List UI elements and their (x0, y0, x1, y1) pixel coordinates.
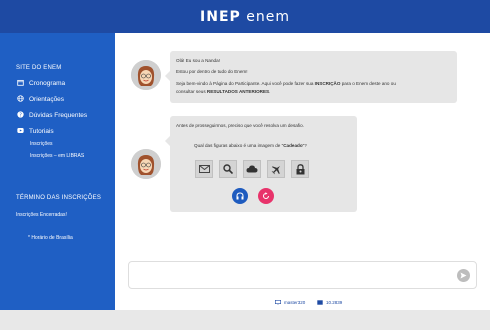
globe-icon (16, 95, 25, 104)
captcha-question: Qual das figuras abaixo é uma imagem de … (194, 143, 307, 148)
avatar (131, 149, 161, 179)
bottom-strip (0, 310, 490, 330)
question-icon: ? (16, 111, 25, 120)
message-fragment: Qual das figuras abaixo é uma imagem de … (194, 143, 284, 148)
airplane-icon (271, 165, 280, 174)
version-number: 10.2839 (326, 300, 343, 305)
server-name: master320 (284, 300, 306, 305)
chat-message-welcome: Olá! Eu sou a Nanda! Estou por dentro de… (165, 51, 457, 103)
sidebar-item-label: Tutoriais (29, 128, 54, 135)
code-icon (317, 300, 323, 305)
message-fragment: consultar seus (176, 89, 207, 94)
captcha-target-word: Cadeado (283, 143, 303, 148)
message-fragment: para o Enem deste ano ou (340, 81, 396, 86)
send-icon (460, 272, 467, 279)
version-info: 10.2839 (317, 300, 342, 305)
top-header: INEP enem (0, 0, 490, 33)
message-text: Olá! Eu sou a Nanda! (176, 58, 220, 63)
inscriptions-status: Inscrições Encerradas! (16, 212, 67, 218)
play-icon (16, 127, 25, 136)
monitor-icon (275, 300, 281, 305)
message-fragment: . (269, 89, 271, 94)
chat-input-box (128, 261, 477, 289)
sidebar-subitem-libras[interactable]: Inscrições – em LIBRAS (30, 153, 84, 159)
sidebar-end-title: TÉRMINO DAS INSCRIÇÕES (16, 195, 102, 201)
audio-captcha-button[interactable] (232, 188, 248, 204)
message-text: Seja bem-vindo à Página do Participante.… (176, 81, 396, 86)
logo-enem-text: enem (246, 8, 290, 25)
chat-input[interactable] (135, 268, 455, 282)
avatar (131, 60, 161, 90)
refresh-icon (263, 192, 269, 199)
sidebar: SITE DO ENEM Cronograma Orientações ? Dú… (0, 33, 115, 310)
calendar-icon (16, 79, 25, 88)
sidebar-item-duvidas[interactable]: ? Dúvidas Frequentes (16, 111, 87, 120)
headphones-icon (236, 192, 244, 200)
message-text: consultar seus RESULTADOS ANTERIORES. (176, 89, 270, 94)
chat-area: Olá! Eu sou a Nanda! Estou por dentro de… (115, 33, 490, 310)
message-text: Antes de prosseguirmos, preciso que você… (176, 123, 304, 128)
search-icon (223, 164, 233, 174)
captcha-choice-envelope[interactable] (195, 160, 213, 178)
chat-message-captcha: Antes de prosseguirmos, preciso que você… (165, 116, 357, 212)
padlock-icon (296, 163, 304, 174)
sidebar-item-orientacoes[interactable]: Orientações (16, 95, 64, 104)
resultados-highlight: RESULTADOS ANTERIORES (206, 89, 270, 94)
refresh-captcha-button[interactable] (258, 188, 274, 204)
inep-enem-logo: INEP enem (200, 9, 290, 25)
message-text: Estou por dentro de tudo do Enem! (176, 69, 248, 74)
server-info: master320 (275, 300, 305, 305)
timezone-note: * Horário de Brasília (28, 235, 73, 241)
captcha-choice-cloud[interactable] (243, 160, 261, 178)
captcha-choice-padlock[interactable] (291, 160, 309, 178)
captcha-choice-airplane[interactable] (267, 160, 285, 178)
logo-inep-text: INEP (200, 8, 241, 25)
cloud-icon (246, 165, 258, 173)
inscricao-highlight: INSCRIÇÃO (314, 81, 341, 86)
send-button[interactable] (457, 269, 470, 282)
sidebar-item-label: Cronograma (29, 80, 66, 87)
sidebar-item-cronograma[interactable]: Cronograma (16, 79, 65, 88)
message-fragment: "? (302, 143, 307, 148)
captcha-choice-search[interactable] (219, 160, 237, 178)
svg-text:?: ? (19, 112, 22, 118)
sidebar-item-label: Orientações (29, 96, 65, 103)
sidebar-section-title: SITE DO ENEM (16, 65, 62, 71)
sidebar-item-label: Dúvidas Frequentes (29, 112, 88, 119)
sidebar-subitem-inscricoes[interactable]: Inscrições (30, 141, 53, 147)
sidebar-item-tutoriais[interactable]: Tutoriais (16, 127, 54, 136)
message-fragment: Seja bem-vindo à Página do Participante.… (176, 81, 315, 86)
envelope-icon (198, 165, 210, 173)
